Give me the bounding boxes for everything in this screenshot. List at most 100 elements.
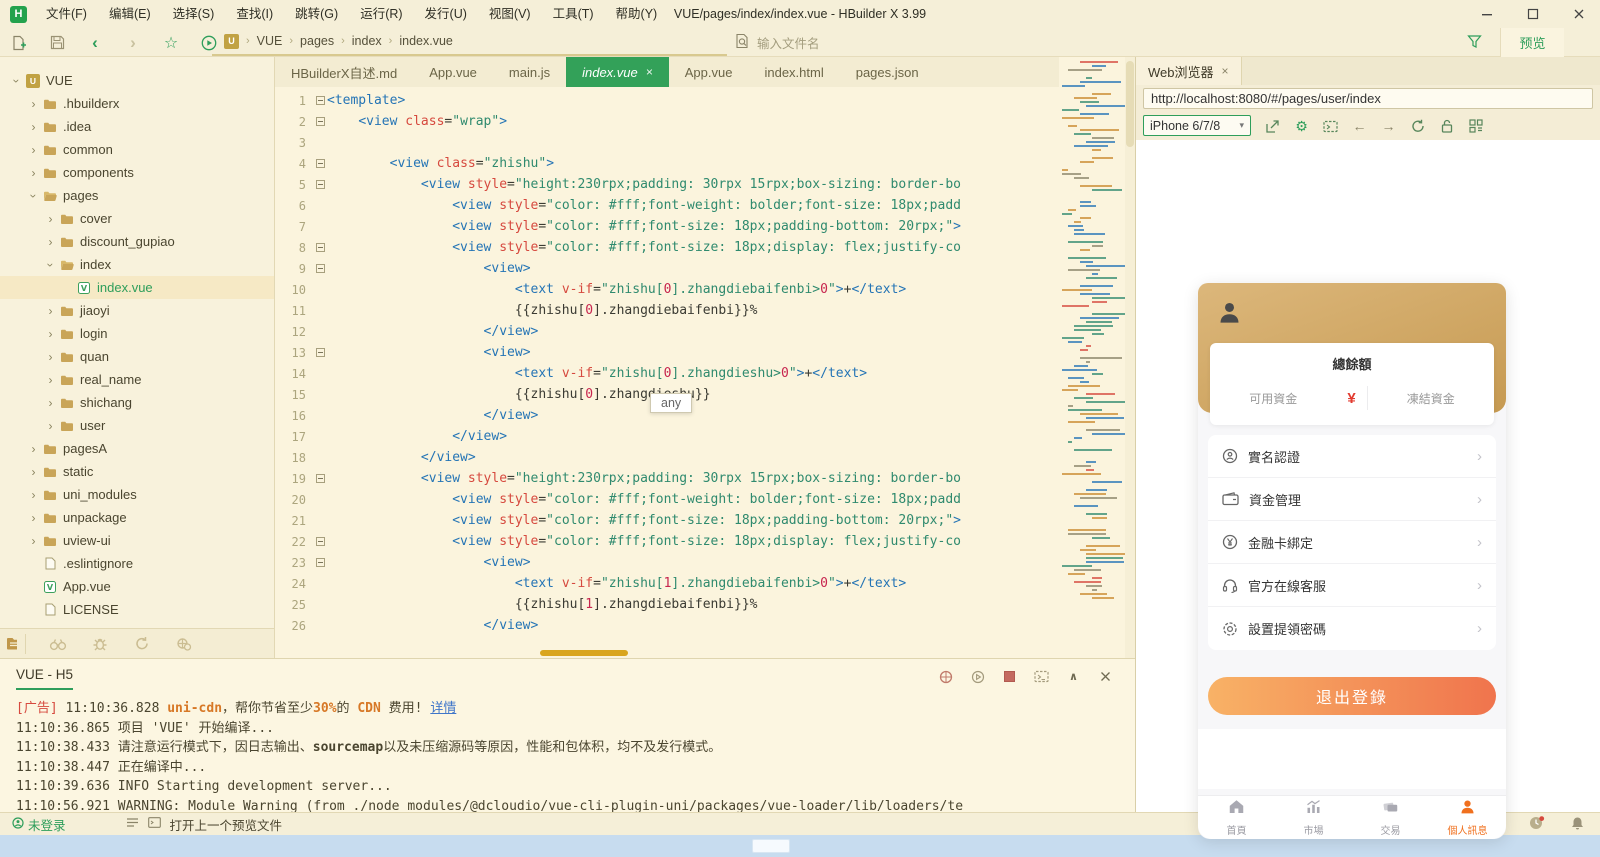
tree-item-static[interactable]: ›static <box>0 460 274 483</box>
star-icon[interactable]: ☆ <box>162 34 180 52</box>
refresh-icon[interactable] <box>132 634 152 654</box>
open-previous-preview[interactable]: 打开上一个预览文件 <box>170 815 283 834</box>
terminal-icon[interactable] <box>1322 118 1339 135</box>
tab-close-icon[interactable]: × <box>646 65 653 79</box>
fold-marker-icon[interactable] <box>313 96 327 105</box>
tree-item-jiaoyi[interactable]: ›jiaoyi <box>0 299 274 322</box>
tabbar-item-交易[interactable]: 交易 <box>1352 796 1429 839</box>
forward-icon[interactable]: › <box>124 34 142 52</box>
gear-icon[interactable]: ⚙ <box>1293 118 1310 135</box>
terminal-panel-icon[interactable] <box>148 817 161 831</box>
tabbar-item-市場[interactable]: 市場 <box>1275 796 1352 839</box>
fold-marker-icon[interactable] <box>313 264 327 273</box>
run-circle-icon[interactable] <box>970 669 985 684</box>
editor-tab-appvue[interactable]: App.vue <box>669 57 749 87</box>
menu-item[interactable]: 视图(V) <box>478 0 542 28</box>
stop-icon[interactable] <box>1002 669 1017 684</box>
minimize-button[interactable] <box>1480 7 1494 21</box>
tree-item-quan[interactable]: ›quan <box>0 345 274 368</box>
unlock-icon[interactable] <box>1438 118 1455 135</box>
outline-list-icon[interactable] <box>126 817 139 831</box>
tree-item-unimodules[interactable]: ›uni_modules <box>0 483 274 506</box>
fold-marker-icon[interactable] <box>313 558 327 567</box>
collapse-icon[interactable]: ∧ <box>1066 669 1081 684</box>
debug-bug-icon[interactable] <box>90 634 110 654</box>
url-input[interactable] <box>1143 88 1593 109</box>
notification-bell-icon[interactable] <box>1571 816 1584 833</box>
refresh-icon[interactable] <box>1409 118 1426 135</box>
terminal-new-icon[interactable] <box>1034 669 1049 684</box>
breadcrumb-item[interactable]: VUE <box>257 34 283 48</box>
tree-item-vue[interactable]: ›UVUE <box>0 69 274 92</box>
tabbar-item-首頁[interactable]: 首頁 <box>1198 796 1275 839</box>
close-icon[interactable] <box>1098 669 1113 684</box>
explorer-folder-icon[interactable] <box>6 634 26 654</box>
qrcode-icon[interactable] <box>1467 118 1484 135</box>
tree-item-common[interactable]: ›common <box>0 138 274 161</box>
menu-item[interactable]: 编辑(E) <box>98 0 162 28</box>
plugin-icon[interactable] <box>174 634 194 654</box>
editor-tab-indexvue[interactable]: index.vue× <box>566 57 669 87</box>
tree-item-index[interactable]: ›index <box>0 253 274 276</box>
tree-item-login[interactable]: ›login <box>0 322 274 345</box>
browser-tab-close-icon[interactable]: × <box>1222 64 1229 78</box>
code-editor[interactable]: HBuilderX自述.mdApp.vuemain.jsindex.vue×Ap… <box>275 57 1135 658</box>
editor-vertical-scrollbar[interactable] <box>1125 57 1135 658</box>
tree-item-realname[interactable]: ›real_name <box>0 368 274 391</box>
tree-item-unpackage[interactable]: ›unpackage <box>0 506 274 529</box>
editor-tab-mainjs[interactable]: main.js <box>493 57 566 87</box>
search-binoculars-icon[interactable] <box>48 634 68 654</box>
editor-tab-appvue[interactable]: App.vue <box>413 57 493 87</box>
tree-item-indexvue[interactable]: Vindex.vue <box>0 276 274 299</box>
menu-item[interactable]: 选择(S) <box>162 0 226 28</box>
history-clock-icon[interactable] <box>1529 816 1545 833</box>
tree-item-pages[interactable]: ›pages <box>0 184 274 207</box>
maximize-button[interactable] <box>1526 7 1540 21</box>
close-button[interactable] <box>1572 7 1586 21</box>
save-icon[interactable] <box>48 34 66 52</box>
tree-item-pagesa[interactable]: ›pagesA <box>0 437 274 460</box>
menu-item[interactable]: 运行(R) <box>349 0 413 28</box>
back-icon[interactable]: ← <box>1351 118 1368 135</box>
fold-marker-icon[interactable] <box>313 159 327 168</box>
menu-item[interactable]: 查找(I) <box>225 0 284 28</box>
menu-item[interactable]: 发行(U) <box>414 0 478 28</box>
menu-item[interactable]: 帮助(Y) <box>605 0 669 28</box>
editor-tab-hbuilderxmd[interactable]: HBuilderX自述.md <box>275 57 413 87</box>
back-icon[interactable]: ‹ <box>86 34 104 52</box>
breadcrumb-item[interactable]: index.vue <box>399 34 453 48</box>
tree-item-idea[interactable]: ›.idea <box>0 115 274 138</box>
tree-item-shichang[interactable]: ›shichang <box>0 391 274 414</box>
editor-horizontal-scrollbar[interactable] <box>540 650 628 656</box>
tree-item-hbuilderx[interactable]: ›.hbuilderx <box>0 92 274 115</box>
tree-item-eslintignore[interactable]: .eslintignore <box>0 552 274 575</box>
fold-marker-icon[interactable] <box>313 348 327 357</box>
filter-icon[interactable] <box>1467 34 1482 54</box>
editor-tab-indexhtml[interactable]: index.html <box>748 57 839 87</box>
logout-button[interactable]: 退出登錄 <box>1208 677 1496 715</box>
browser-tab[interactable]: Web浏览器 × <box>1136 57 1242 85</box>
breadcrumb-item[interactable]: index <box>352 34 382 48</box>
fold-marker-icon[interactable] <box>313 537 327 546</box>
menu-item-實名認證[interactable]: 實名認證› <box>1208 435 1496 478</box>
menu-item[interactable]: 工具(T) <box>542 0 605 28</box>
console-link[interactable]: 详情 <box>430 701 456 716</box>
login-status[interactable]: 未登录 <box>12 815 66 834</box>
menu-item[interactable]: 文件(F) <box>35 0 98 28</box>
tree-item-appvue[interactable]: VApp.vue <box>0 575 274 598</box>
fold-marker-icon[interactable] <box>313 243 327 252</box>
tree-item-cover[interactable]: ›cover <box>0 207 274 230</box>
code-area[interactable]: 1<template>2 <view class="wrap">34 <view… <box>275 87 1135 658</box>
menu-item-設置提領密碼[interactable]: 設置提領密碼› <box>1208 607 1496 650</box>
tree-item-user[interactable]: ›user <box>0 414 274 437</box>
menu-item-金融卡綁定[interactable]: 金融卡綁定› <box>1208 521 1496 564</box>
tree-item-discountgupiao[interactable]: ›discount_gupiao <box>0 230 274 253</box>
device-select[interactable]: iPhone 6/7/8▾ <box>1143 115 1251 136</box>
fold-marker-icon[interactable] <box>313 117 327 126</box>
debug-icon[interactable] <box>938 669 953 684</box>
tree-item-license[interactable]: LICENSE <box>0 598 274 621</box>
file-search[interactable]: 输入文件名 <box>735 28 1335 57</box>
fold-marker-icon[interactable] <box>313 474 327 483</box>
editor-tab-pagesjson[interactable]: pages.json <box>840 57 935 87</box>
minimap[interactable] <box>1059 57 1125 605</box>
